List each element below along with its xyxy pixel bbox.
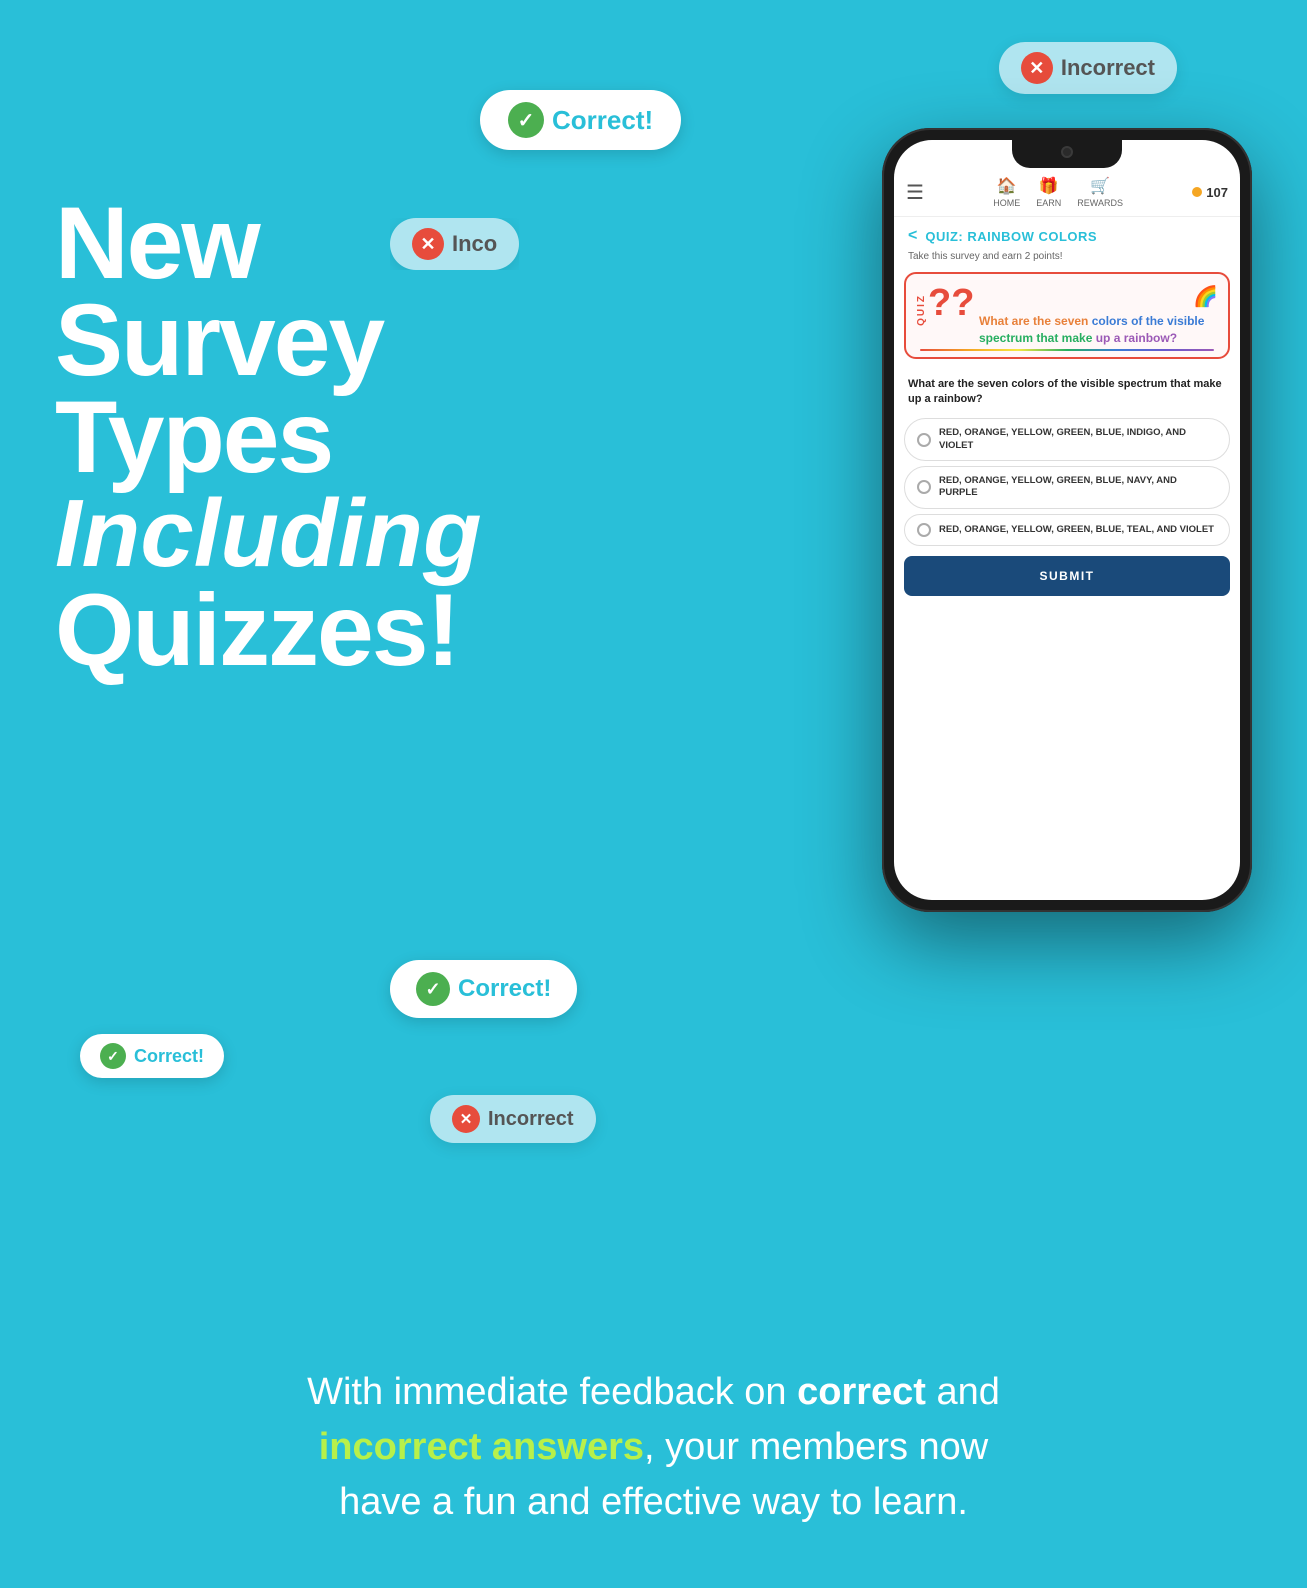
- rainbow-icon: 🌈: [979, 284, 1218, 309]
- badge-bottom-large-label: Correct!: [458, 975, 551, 1003]
- badge-bottom-large: ✓ Correct!: [390, 960, 577, 1018]
- badge-bottom-left: ✓ Correct!: [80, 1034, 224, 1078]
- bottom-bold-correct: correct: [797, 1371, 926, 1413]
- radio-option-1[interactable]: RED, ORANGE, YELLOW, GREEN, BLUE, INDIGO…: [904, 418, 1230, 461]
- phone: ☰ 🏠 HOME 🎁 EARN 🛒 REWARDS: [882, 128, 1252, 912]
- nav-items: 🏠 HOME 🎁 EARN 🛒 REWARDS: [993, 176, 1123, 208]
- correct-icon-top: ✓: [508, 102, 544, 138]
- hero-line2: Survey: [55, 292, 615, 389]
- incorrect-icon: ✕: [1021, 52, 1053, 84]
- points-dot: [1192, 187, 1202, 197]
- submit-button[interactable]: SUBMIT: [904, 556, 1230, 596]
- badge-bottom-left-label: Correct!: [134, 1046, 204, 1067]
- radio-circle-2: [917, 480, 931, 494]
- card-q-line3: spectrum that make: [979, 331, 1096, 345]
- badge-bottom-center: ✕ Incorrect: [430, 1095, 596, 1143]
- phone-camera: [1061, 146, 1073, 158]
- bottom-description: With immediate feedback on correct and i…: [0, 1365, 1307, 1530]
- hero-line4: Including: [55, 486, 615, 582]
- bottom-green-incorrect: incorrect answers: [319, 1426, 644, 1468]
- hamburger-icon[interactable]: ☰: [906, 180, 924, 205]
- nav-points: 107: [1192, 185, 1228, 200]
- bottom-part3: , your members now: [644, 1426, 988, 1468]
- badge-top-right-label: Incorrect: [1061, 55, 1155, 81]
- phone-screen: ☰ 🏠 HOME 🎁 EARN 🛒 REWARDS: [894, 140, 1240, 900]
- hero-line3: Types: [55, 389, 615, 486]
- radio-option-2[interactable]: RED, ORANGE, YELLOW, GREEN, BLUE, NAVY, …: [904, 466, 1230, 509]
- quiz-card: QUIZ ?? 🌈 What are the seven colors of t…: [904, 272, 1230, 359]
- bottom-part1: With immediate feedback on: [307, 1371, 797, 1413]
- radio-text-1: RED, ORANGE, YELLOW, GREEN, BLUE, INDIGO…: [939, 427, 1217, 452]
- nav-rewards[interactable]: 🛒 REWARDS: [1077, 176, 1123, 208]
- quiz-title: QUIZ: RAINBOW COLORS: [925, 229, 1097, 244]
- bottom-line2: incorrect answers, your members now: [60, 1420, 1247, 1475]
- radio-text-2: RED, ORANGE, YELLOW, GREEN, BLUE, NAVY, …: [939, 475, 1217, 500]
- quiz-label: QUIZ: [916, 294, 927, 326]
- radio-circle-3: [917, 523, 931, 537]
- badge-top-right: ✕ Incorrect: [999, 42, 1177, 94]
- earn-icon: 🎁: [1039, 176, 1059, 196]
- quiz-card-right: 🌈 What are the seven colors of the visib…: [979, 284, 1218, 347]
- correct-icon-bottom-large: ✓: [416, 972, 450, 1006]
- radio-text-3: RED, ORANGE, YELLOW, GREEN, BLUE, TEAL, …: [939, 524, 1214, 536]
- quiz-card-left: QUIZ ??: [916, 284, 971, 322]
- nav-home-label: HOME: [993, 198, 1020, 208]
- bottom-line3: have a fun and effective way to learn.: [60, 1475, 1247, 1530]
- quiz-card-divider: [920, 349, 1214, 351]
- back-button[interactable]: <: [908, 227, 917, 245]
- phone-outer: ☰ 🏠 HOME 🎁 EARN 🛒 REWARDS: [882, 128, 1252, 912]
- question-marks: ??: [928, 284, 971, 322]
- points-value: 107: [1206, 185, 1228, 200]
- quiz-header: < QUIZ: RAINBOW COLORS: [894, 217, 1240, 251]
- main-question: What are the seven colors of the visible…: [894, 369, 1240, 414]
- radio-option-3[interactable]: RED, ORANGE, YELLOW, GREEN, BLUE, TEAL, …: [904, 514, 1230, 546]
- quiz-card-question: What are the seven colors of the visible…: [979, 313, 1218, 347]
- correct-icon-bottom-left: ✓: [100, 1043, 126, 1069]
- badge-bottom-center-label: Incorrect: [488, 1108, 574, 1131]
- nav-earn-label: EARN: [1036, 198, 1061, 208]
- card-q-line4: up a rainbow?: [1096, 331, 1177, 345]
- hero-line1: New: [55, 195, 615, 292]
- hero-line5: Quizzes!: [55, 582, 615, 679]
- hero-text: New Survey Types Including Quizzes!: [55, 195, 615, 679]
- rewards-icon: 🛒: [1090, 176, 1110, 196]
- nav-earn[interactable]: 🎁 EARN: [1036, 176, 1061, 208]
- badge-top-center-label: Correct!: [552, 105, 653, 136]
- nav-home[interactable]: 🏠 HOME: [993, 176, 1020, 208]
- radio-circle-1: [917, 433, 931, 447]
- home-icon: 🏠: [997, 176, 1017, 196]
- card-q-line2: colors of the visible: [1092, 314, 1205, 328]
- badge-top-center: ✓ Correct!: [480, 90, 681, 150]
- card-q-line1: What are the seven: [979, 314, 1092, 328]
- nav-rewards-label: REWARDS: [1077, 198, 1123, 208]
- bottom-part2: and: [926, 1371, 1000, 1413]
- incorrect-icon-bottom: ✕: [452, 1105, 480, 1133]
- bottom-line3-text: have a fun and effective way to learn.: [339, 1481, 968, 1523]
- bottom-line1: With immediate feedback on correct and: [60, 1365, 1247, 1420]
- quiz-subtitle: Take this survey and earn 2 points!: [894, 251, 1240, 272]
